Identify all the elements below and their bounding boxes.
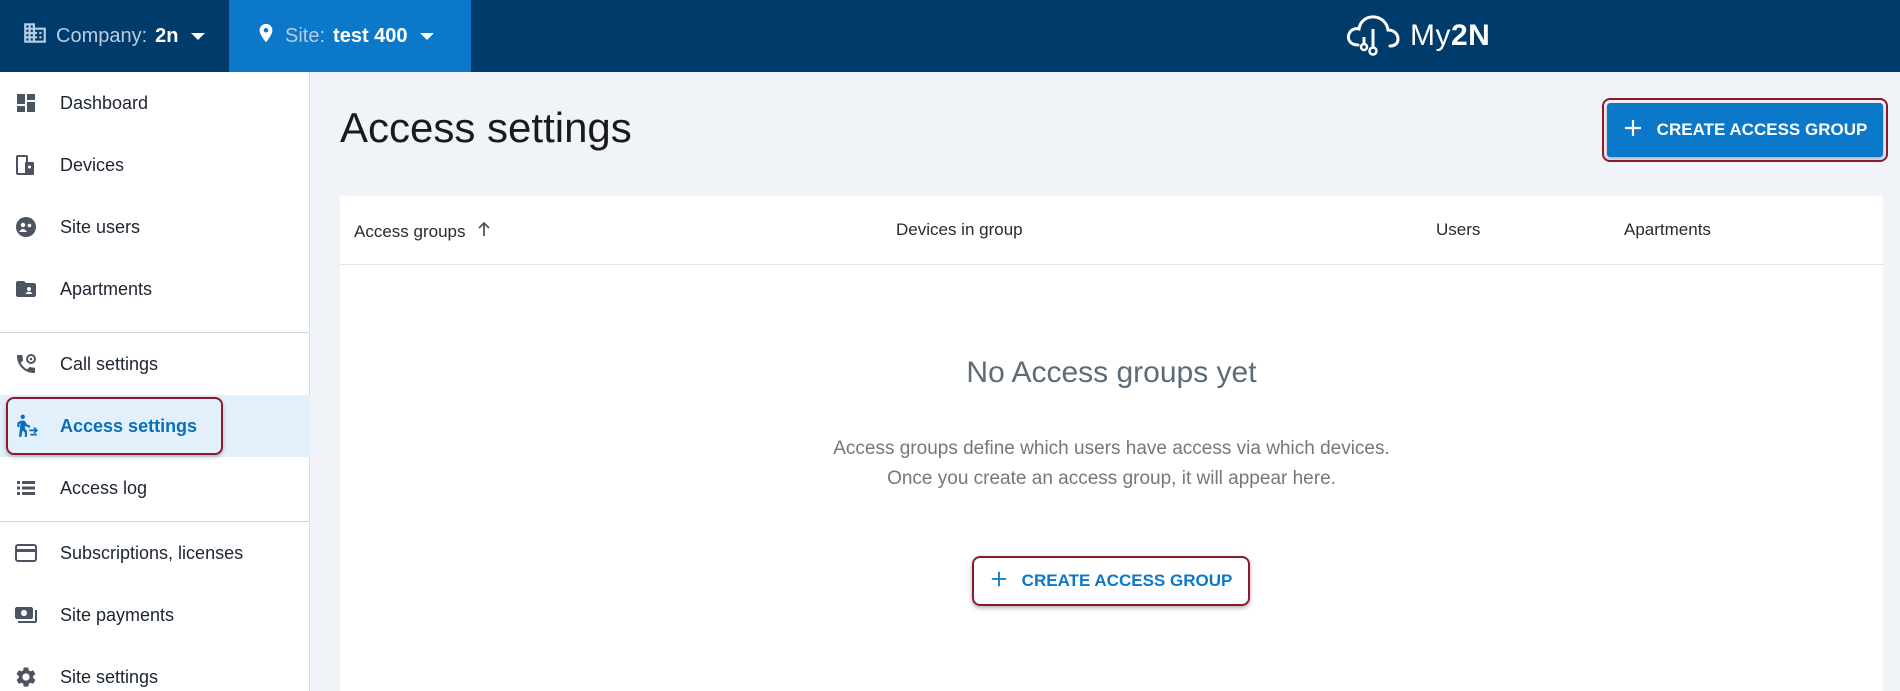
company-selector[interactable]: Company: 2n <box>0 0 229 72</box>
table-header: Access groups Devices in group Users Apa… <box>340 196 1883 265</box>
site-chevron-down-icon <box>419 32 434 40</box>
sidebar-item-label: Call settings <box>60 353 159 374</box>
sidebar-item-label: Dashboard <box>60 92 149 113</box>
company-building-icon <box>22 20 48 52</box>
sidebar-item-label: Access settings <box>60 415 198 436</box>
sidebar-item-label: Site users <box>60 216 141 237</box>
plus-icon <box>990 570 1008 593</box>
payments-icon <box>12 601 40 629</box>
empty-state-title: No Access groups yet <box>966 356 1257 389</box>
create-button-label: CREATE ACCESS GROUP <box>1021 571 1233 590</box>
site-selector[interactable]: Site: test 400 <box>229 0 471 72</box>
create-access-group-empty-button[interactable]: CREATE ACCESS GROUP <box>974 558 1248 604</box>
sidebar-item-label: Site payments <box>60 604 175 625</box>
site-users-icon <box>12 213 40 241</box>
company-chevron-down-icon <box>190 32 205 40</box>
create-button-label: CREATE ACCESS GROUP <box>1656 120 1868 139</box>
top-bar: Company: 2n Site: test 400 My2N <box>0 0 1900 72</box>
cloud-logo-icon <box>1344 11 1402 62</box>
column-apartments[interactable]: Apartments <box>1624 220 1711 240</box>
sidebar-item-call-settings[interactable]: Call settings <box>0 333 310 395</box>
access-log-icon <box>12 474 40 502</box>
location-pin-icon <box>255 20 277 52</box>
sidebar: Dashboard Devices Site users Apartments … <box>0 72 310 691</box>
column-access-groups[interactable]: Access groups <box>354 220 492 243</box>
sidebar-item-label: Access log <box>60 477 148 498</box>
dashboard-icon <box>12 89 40 117</box>
sidebar-item-label: Site settings <box>60 666 159 687</box>
gear-icon <box>12 663 40 691</box>
call-settings-icon <box>12 350 40 378</box>
column-devices-in-group[interactable]: Devices in group <box>896 220 1023 240</box>
sidebar-item-label: Subscriptions, licenses <box>60 542 244 563</box>
sidebar-item-site-users[interactable]: Site users <box>0 196 310 258</box>
sidebar-item-devices[interactable]: Devices <box>0 134 310 196</box>
sidebar-item-site-payments[interactable]: Site payments <box>0 584 310 646</box>
logo-text: My2N <box>1410 19 1491 52</box>
apartments-icon <box>12 275 40 303</box>
devices-icon <box>12 151 40 179</box>
credit-card-icon <box>12 539 40 567</box>
access-settings-icon <box>12 412 40 440</box>
company-label: Company: <box>56 24 148 47</box>
sort-arrow-up-icon <box>476 220 492 243</box>
sidebar-item-subscriptions[interactable]: Subscriptions, licenses <box>0 522 310 584</box>
column-users[interactable]: Users <box>1436 220 1480 240</box>
sidebar-item-site-settings[interactable]: Site settings <box>0 646 310 691</box>
company-value: 2n <box>155 24 179 47</box>
sidebar-item-label: Devices <box>60 154 125 175</box>
page-title: Access settings <box>340 104 632 151</box>
sidebar-item-label: Apartments <box>60 278 153 299</box>
plus-icon <box>1623 118 1643 143</box>
empty-state-description: Access groups define which users have ac… <box>833 438 1390 489</box>
access-groups-panel: Access groups Devices in group Users Apa… <box>340 196 1883 691</box>
create-access-group-button[interactable]: CREATE ACCESS GROUP <box>1607 103 1883 157</box>
sidebar-item-apartments[interactable]: Apartments <box>0 258 310 320</box>
site-label: Site: <box>285 24 326 47</box>
sidebar-item-access-log[interactable]: Access log <box>0 457 310 519</box>
sidebar-item-access-settings[interactable]: Access settings <box>0 395 310 457</box>
site-value: test 400 <box>333 24 408 47</box>
my2n-logo[interactable]: My2N <box>1344 8 1490 64</box>
sidebar-item-dashboard[interactable]: Dashboard <box>0 72 310 134</box>
